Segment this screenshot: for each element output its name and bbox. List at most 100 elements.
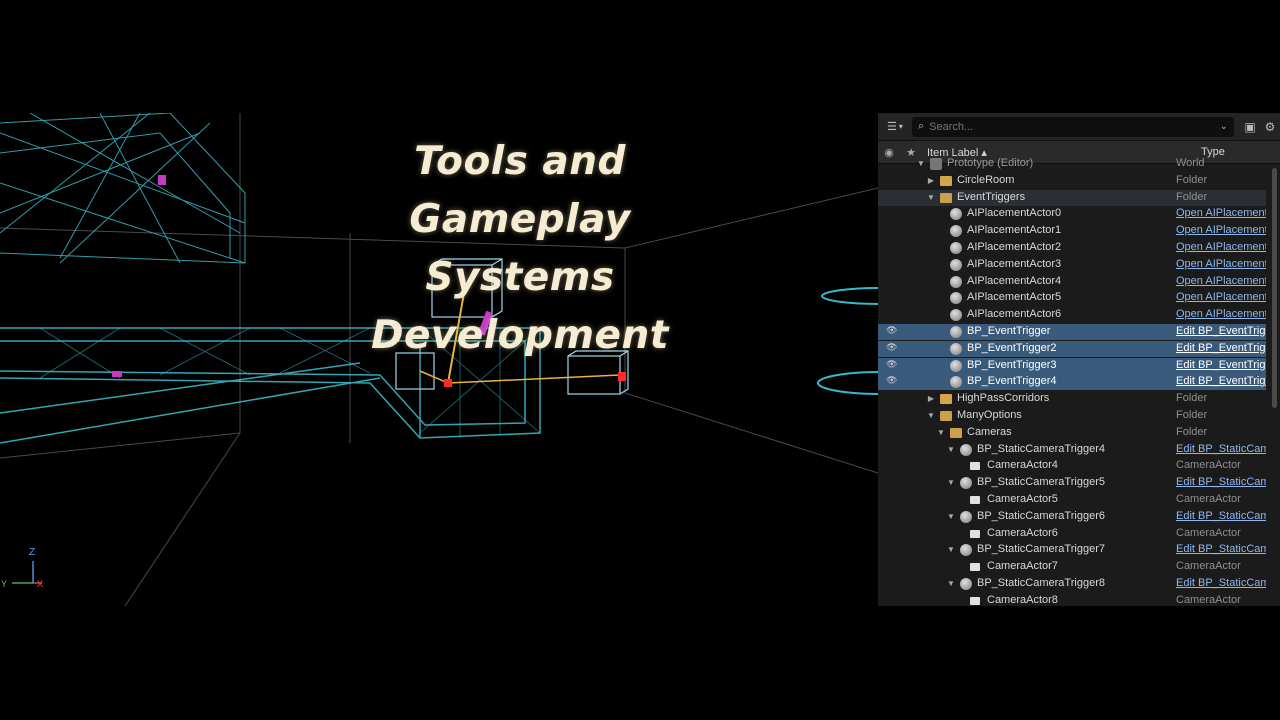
- search-options-chevron-icon[interactable]: ⌄: [1220, 121, 1228, 132]
- search-input[interactable]: [924, 119, 1220, 134]
- outliner-row[interactable]: AIPlacementActor0 Open AIPlacementActor: [878, 206, 1266, 222]
- expand-arrow-icon[interactable]: ▼: [926, 411, 936, 420]
- world-icon: [930, 158, 942, 170]
- actor-icon: [950, 342, 962, 355]
- row-type: CameraActor: [1176, 526, 1241, 539]
- row-label: BP_StaticCameraTrigger5: [977, 476, 1105, 489]
- actor-icon: [950, 225, 962, 238]
- actor-icon: [950, 208, 962, 221]
- row-label: AIPlacementActor3: [967, 257, 1062, 270]
- outliner-row[interactable]: 👁 BP_EventTrigger2 Edit BP_EventTrigger: [878, 340, 1266, 357]
- row-type-link[interactable]: Open AIPlacementActor: [1176, 308, 1266, 320]
- outliner-row[interactable]: ▶ HighPassCorridors Folder: [878, 391, 1266, 407]
- row-type-link[interactable]: Edit BP_EventTrigger: [1176, 342, 1266, 354]
- outliner-row[interactable]: CameraActor5 CameraActor: [878, 492, 1266, 508]
- outliner-row[interactable]: ▼ ManyOptions Folder: [878, 408, 1266, 424]
- row-label: BP_EventTrigger3: [967, 358, 1057, 371]
- outliner-row[interactable]: 👁 BP_EventTrigger Edit BP_EventTrigger: [878, 324, 1266, 340]
- row-type-link[interactable]: Edit BP_EventTrigger: [1176, 359, 1266, 371]
- row-type: CameraActor: [1176, 560, 1241, 573]
- row-type-link[interactable]: Edit BP_StaticCameraTrigger: [1176, 510, 1266, 522]
- folder-open-icon: [940, 192, 952, 203]
- expand-arrow-icon[interactable]: ▼: [946, 579, 956, 588]
- search-box[interactable]: ⌕ ⌄: [912, 116, 1234, 137]
- row-label: BP_EventTrigger4: [967, 375, 1057, 388]
- filter-icon: ☰: [887, 121, 897, 133]
- row-type-link[interactable]: Open AIPlacementActor: [1176, 291, 1266, 303]
- row-label: AIPlacementActor0: [967, 207, 1062, 220]
- expand-arrow-icon[interactable]: ▼: [946, 512, 956, 521]
- outliner-row[interactable]: 👁 BP_EventTrigger4 Edit BP_EventTrigger: [878, 374, 1266, 391]
- expand-arrow-icon[interactable]: ▼: [926, 193, 936, 202]
- outliner-row[interactable]: CameraActor7 CameraActor: [878, 559, 1266, 575]
- actor-icon: [950, 359, 962, 372]
- outliner-row[interactable]: ▼ EventTriggers Folder: [878, 189, 1266, 206]
- expand-arrow-icon[interactable]: ▼: [936, 428, 946, 437]
- eye-icon[interactable]: 👁: [886, 342, 897, 353]
- row-type-link[interactable]: Edit BP_EventTrigger: [1176, 375, 1266, 387]
- outliner-row[interactable]: AIPlacementActor6 Open AIPlacementActor: [878, 307, 1266, 323]
- row-label: HighPassCorridors: [957, 392, 1050, 405]
- row-label: BP_StaticCameraTrigger8: [977, 577, 1105, 589]
- outliner-row[interactable]: CameraActor4 CameraActor: [878, 458, 1266, 474]
- outliner-row[interactable]: CameraActor8 CameraActor: [878, 593, 1266, 606]
- title-line-2: Systems Development: [371, 255, 669, 358]
- row-type-link[interactable]: Edit BP_StaticCameraTrigger: [1176, 443, 1266, 455]
- expand-arrow-icon[interactable]: ▼: [916, 159, 926, 168]
- row-label: CameraActor6: [987, 526, 1058, 539]
- outliner-row[interactable]: 👁 BP_EventTrigger3 Edit BP_EventTrigger: [878, 357, 1266, 374]
- expand-arrow-icon[interactable]: ▼: [946, 478, 956, 487]
- outliner-row[interactable]: ▼ BP_StaticCameraTrigger8 Edit BP_StaticCa…: [878, 576, 1266, 592]
- row-type-link[interactable]: Edit BP_StaticCameraTrigger: [1176, 577, 1266, 589]
- outliner-scrollbar[interactable]: [1272, 168, 1277, 408]
- row-label: AIPlacementActor1: [967, 224, 1062, 237]
- row-label: CameraActor5: [987, 493, 1058, 505]
- outliner-row[interactable]: ▼ BP_StaticCameraTrigger4 Edit BP_StaticCa…: [878, 442, 1266, 458]
- outliner-row[interactable]: ▼ BP_StaticCameraTrigger6 Edit BP_StaticCa…: [878, 509, 1266, 525]
- expand-arrow-icon[interactable]: ▼: [946, 445, 956, 454]
- collapse-arrow-icon[interactable]: ▶: [926, 176, 936, 185]
- outliner-row[interactable]: ▶ CircleRoom Folder: [878, 173, 1266, 189]
- row-type-link[interactable]: Open AIPlacementActor: [1176, 258, 1266, 270]
- outliner-row[interactable]: ▼ BP_StaticCameraTrigger7 Edit BP_StaticCa…: [878, 542, 1266, 558]
- outliner-row[interactable]: AIPlacementActor3 Open AIPlacementActor: [878, 257, 1266, 273]
- eye-icon[interactable]: 👁: [886, 375, 897, 386]
- row-type-link[interactable]: Open AIPlacementActor: [1176, 207, 1266, 219]
- outliner-toolbar: ☰▾ ⌕ ⌄ ▣ ⚙: [878, 113, 1280, 141]
- row-type-link[interactable]: Edit BP_StaticCameraTrigger: [1176, 543, 1266, 555]
- outliner-row[interactable]: CameraActor6 CameraActor: [878, 526, 1266, 542]
- row-type-link[interactable]: Open AIPlacementActor: [1176, 275, 1266, 287]
- eye-icon[interactable]: 👁: [886, 325, 897, 336]
- outliner-row[interactable]: AIPlacementActor5 Open AIPlacementActor: [878, 290, 1266, 306]
- row-type-link[interactable]: Open AIPlacementActor: [1176, 241, 1266, 253]
- outliner-row[interactable]: ▼ Cameras Folder: [878, 425, 1266, 441]
- gear-icon[interactable]: ⚙: [1260, 120, 1280, 134]
- folder-icon: [940, 175, 952, 186]
- row-label: BP_StaticCameraTrigger6: [977, 509, 1105, 522]
- expand-arrow-icon[interactable]: ▼: [946, 545, 956, 554]
- row-label: ManyOptions: [957, 409, 1022, 421]
- row-type: CameraActor: [1176, 493, 1241, 505]
- row-label: AIPlacementActor5: [967, 291, 1062, 304]
- outliner-row[interactable]: AIPlacementActor1 Open AIPlacementActor: [878, 223, 1266, 239]
- row-label: Cameras: [967, 425, 1012, 438]
- row-type: World: [1176, 157, 1205, 169]
- outliner-row[interactable]: ▼ Prototype (Editor) World: [878, 156, 1266, 172]
- row-label: CameraActor7: [987, 560, 1058, 573]
- actor-icon: [950, 242, 962, 254]
- row-label: BP_StaticCameraTrigger7: [977, 543, 1105, 556]
- row-type-link[interactable]: Edit BP_StaticCameraTrigger: [1176, 476, 1266, 488]
- collapse-arrow-icon[interactable]: ▶: [926, 394, 936, 403]
- row-type: Folder: [1176, 409, 1208, 421]
- outliner-row[interactable]: AIPlacementActor2 Open AIPlacementActor: [878, 240, 1266, 256]
- filter-button[interactable]: ☰ ▾: [878, 120, 912, 133]
- outliner-row[interactable]: ▼ BP_StaticCameraTrigger5 Edit BP_StaticCa…: [878, 475, 1266, 491]
- add-folder-icon[interactable]: ▣: [1240, 120, 1260, 134]
- row-type-link[interactable]: Open AIPlacementActor: [1176, 224, 1266, 236]
- row-type-link[interactable]: Edit BP_EventTrigger: [1176, 325, 1266, 337]
- camera-icon: [970, 462, 980, 471]
- actor-icon: [960, 443, 972, 456]
- row-label: AIPlacementActor4: [967, 274, 1062, 287]
- eye-icon[interactable]: 👁: [886, 359, 897, 370]
- outliner-row[interactable]: AIPlacementActor4 Open AIPlacementActor: [878, 274, 1266, 290]
